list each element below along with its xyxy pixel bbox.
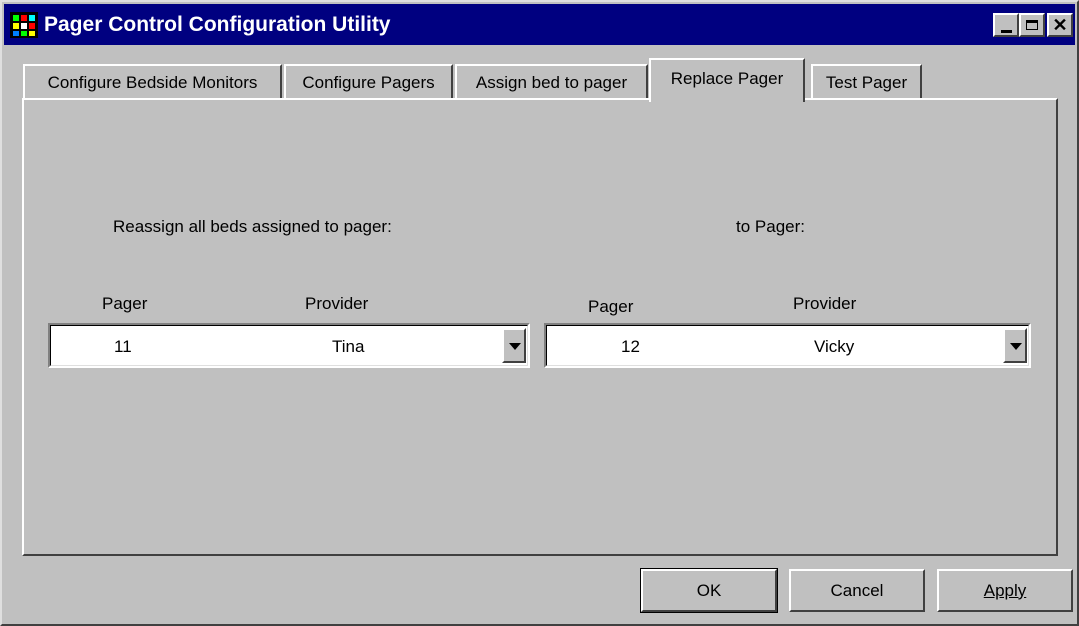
apply-button[interactable]: Apply: [937, 569, 1073, 612]
from-provider-value: Tina: [332, 337, 365, 356]
tab-configure-bedside-monitors[interactable]: Configure Bedside Monitors: [23, 64, 282, 100]
minimize-icon: [1000, 29, 1012, 33]
cancel-button[interactable]: Cancel: [789, 569, 925, 612]
to-pager-value: 12: [621, 337, 640, 356]
ok-label: OK: [696, 580, 722, 600]
window-title: Pager Control Configuration Utility: [44, 13, 391, 36]
tab-label: Configure Pagers: [302, 73, 435, 92]
cancel-label: Cancel: [830, 580, 884, 600]
tab-label: Configure Bedside Monitors: [47, 73, 258, 92]
from-provider-label: Provider: [305, 294, 369, 313]
apply-label: Apply: [983, 580, 1027, 600]
to-heading: to Pager:: [736, 217, 805, 236]
to-pager-select[interactable]: 12 Vicky: [544, 323, 1031, 368]
tab-assign-bed-to-pager[interactable]: Assign bed to pager: [455, 64, 648, 100]
tab-configure-pagers[interactable]: Configure Pagers: [284, 64, 453, 100]
maximize-icon: [1026, 20, 1038, 30]
from-pager-select[interactable]: 11 Tina: [48, 323, 530, 368]
app-icon: [10, 12, 38, 38]
tab-test-pager[interactable]: Test Pager: [811, 64, 922, 100]
close-button[interactable]: ✕: [1047, 13, 1073, 37]
dropdown-arrow-icon: [1010, 343, 1022, 350]
app-window: Pager Control Configuration Utility ✕ Co…: [0, 0, 1079, 626]
title-bar[interactable]: Pager Control Configuration Utility ✕: [4, 4, 1075, 45]
from-pager-value: 11: [114, 337, 132, 356]
from-dropdown-button[interactable]: [502, 328, 526, 363]
tab-replace-pager[interactable]: Replace Pager: [649, 58, 805, 102]
from-pager-label: Pager: [102, 294, 148, 313]
to-pager-label: Pager: [588, 297, 634, 316]
tab-label: Assign bed to pager: [475, 73, 628, 92]
ok-button[interactable]: OK: [640, 568, 778, 613]
combo-field: [546, 325, 1029, 366]
close-icon: ✕: [1052, 15, 1068, 35]
from-heading: Reassign all beds assigned to pager:: [113, 217, 392, 236]
to-dropdown-button[interactable]: [1003, 328, 1027, 363]
tab-label: Test Pager: [825, 73, 908, 92]
dropdown-arrow-icon: [509, 343, 521, 350]
minimize-button[interactable]: [993, 13, 1019, 37]
maximize-button[interactable]: [1019, 13, 1045, 37]
to-provider-value: Vicky: [814, 337, 855, 356]
tab-label: Replace Pager: [670, 69, 784, 88]
to-provider-label: Provider: [793, 294, 857, 313]
